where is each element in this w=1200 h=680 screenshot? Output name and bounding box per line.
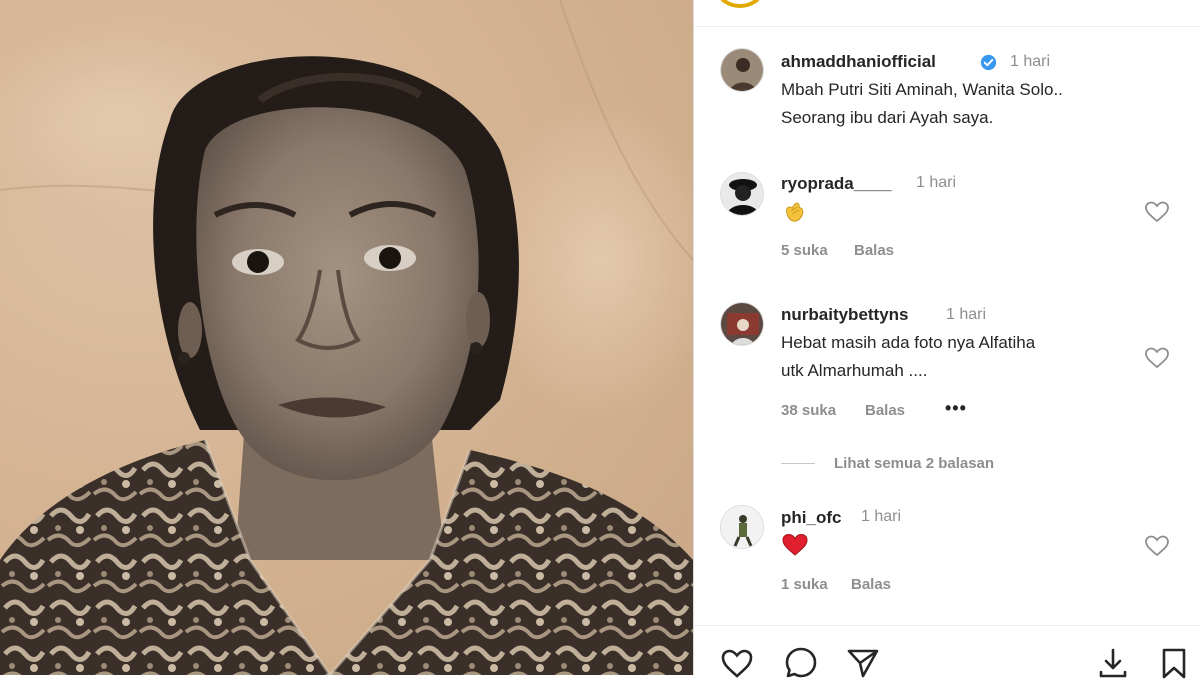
author-avatar[interactable] bbox=[720, 48, 764, 92]
commenter-avatar[interactable] bbox=[720, 302, 764, 346]
view-replies-line bbox=[781, 463, 815, 464]
comment-time[interactable]: 1 hari bbox=[916, 174, 956, 192]
red-heart-icon bbox=[782, 533, 808, 556]
verified-badge-icon bbox=[980, 54, 997, 71]
comment-likes[interactable]: 38 suka bbox=[781, 402, 836, 419]
post-time[interactable]: 1 hari bbox=[1010, 53, 1050, 71]
comment-likes[interactable]: 1 suka bbox=[781, 576, 828, 593]
comment-username[interactable]: nurbaitybettyns bbox=[781, 305, 909, 325]
comment-username[interactable]: ryoprada____ bbox=[781, 174, 892, 194]
more-options-icon[interactable]: ••• bbox=[945, 398, 967, 419]
post-photo bbox=[0, 0, 693, 675]
portrait-illustration bbox=[0, 0, 693, 675]
caption-line-1: Mbah Putri Siti Aminah, Wanita Solo.. bbox=[781, 80, 1063, 99]
commenter-avatar[interactable] bbox=[720, 172, 764, 216]
comment-text-line-1: Hebat masih ada foto nya Alfatiha bbox=[781, 333, 1036, 352]
heart-outline-icon[interactable] bbox=[1144, 533, 1170, 559]
header-separator bbox=[694, 26, 1200, 27]
comment-time[interactable]: 1 hari bbox=[946, 306, 986, 324]
comment-username[interactable]: phi_ofc bbox=[781, 508, 841, 528]
commenter-avatar[interactable] bbox=[720, 505, 764, 549]
header-avatar[interactable] bbox=[716, 0, 764, 8]
clapping-hands-icon bbox=[786, 202, 804, 222]
actions-separator bbox=[694, 625, 1200, 626]
reply-button[interactable]: Balas bbox=[854, 242, 894, 259]
comment-time[interactable]: 1 hari bbox=[861, 508, 901, 526]
author-username[interactable]: ahmaddhaniofficial bbox=[781, 52, 936, 72]
caption-line-2: Seorang ibu dari Ayah saya. bbox=[781, 108, 994, 127]
comment-text-line-2: utk Almarhumah .... bbox=[781, 361, 928, 380]
reply-button[interactable]: Balas bbox=[851, 576, 891, 593]
view-replies-button[interactable]: Lihat semua 2 balasan bbox=[834, 455, 994, 472]
reply-button[interactable]: Balas bbox=[865, 402, 905, 419]
comment-likes[interactable]: 5 suka bbox=[781, 242, 828, 259]
heart-outline-icon[interactable] bbox=[1144, 345, 1170, 371]
comments-panel: ahmaddhaniofficial 1 hari Mbah Putri Sit… bbox=[694, 0, 1200, 679]
heart-outline-icon[interactable] bbox=[1144, 199, 1170, 225]
